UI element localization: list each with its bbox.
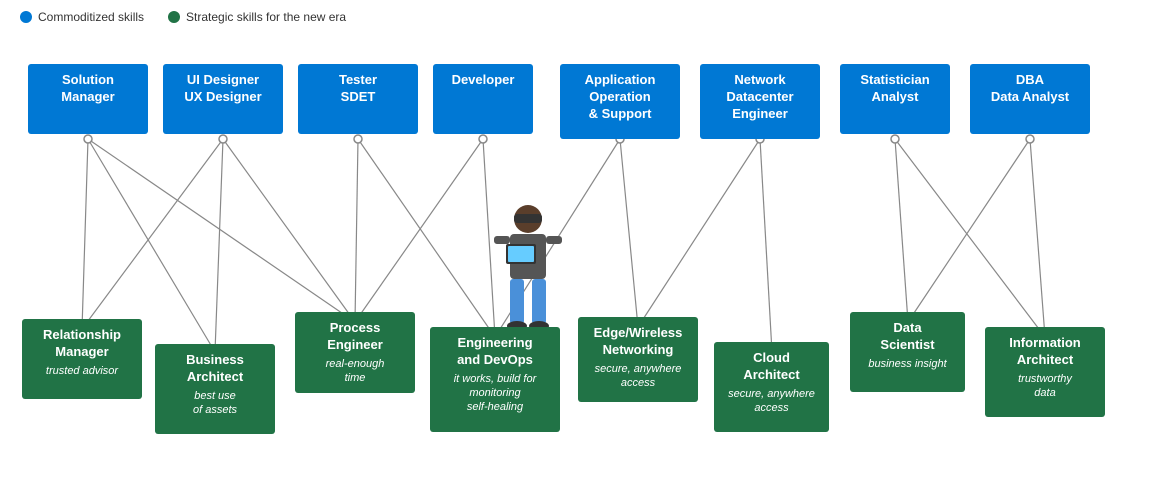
commoditized-label: Commoditized skills [38, 10, 144, 24]
commoditized-legend: Commoditized skills [20, 10, 144, 24]
developer-box: Developer [433, 64, 533, 134]
strategic-label: Strategic skills for the new era [186, 10, 346, 24]
legend: Commoditized skills Strategic skills for… [0, 0, 1165, 34]
commoditized-dot [20, 11, 32, 23]
edge-networking-box: Edge/WirelessNetworking secure, anywhere… [578, 317, 698, 402]
network-datacenter-box: NetworkDatacenterEngineer [700, 64, 820, 139]
app-operation-box: ApplicationOperation& Support [560, 64, 680, 139]
strategic-dot [168, 11, 180, 23]
ui-designer-box: UI DesignerUX Designer [163, 64, 283, 134]
statistician-box: StatisticianAnalyst [840, 64, 950, 134]
solution-manager-box: SolutionManager [28, 64, 148, 134]
information-architect-box: InformationArchitect trustworthydata [985, 327, 1105, 417]
business-architect-box: BusinessArchitect best useof assets [155, 344, 275, 434]
strategic-legend: Strategic skills for the new era [168, 10, 346, 24]
dba-box: DBAData Analyst [970, 64, 1090, 134]
relationship-manager-box: RelationshipManager trusted advisor [22, 319, 142, 399]
person-figure [488, 194, 568, 344]
cloud-architect-box: CloudArchitect secure, anywhereaccess [714, 342, 829, 432]
tester-box: TesterSDET [298, 64, 418, 134]
process-engineer-box: ProcessEngineer real-enoughtime [295, 312, 415, 393]
data-scientist-box: DataScientist business insight [850, 312, 965, 392]
engineering-devops-box: Engineeringand DevOps it works, build fo… [430, 327, 560, 432]
diagram: SolutionManager UI DesignerUX Designer T… [0, 34, 1165, 494]
